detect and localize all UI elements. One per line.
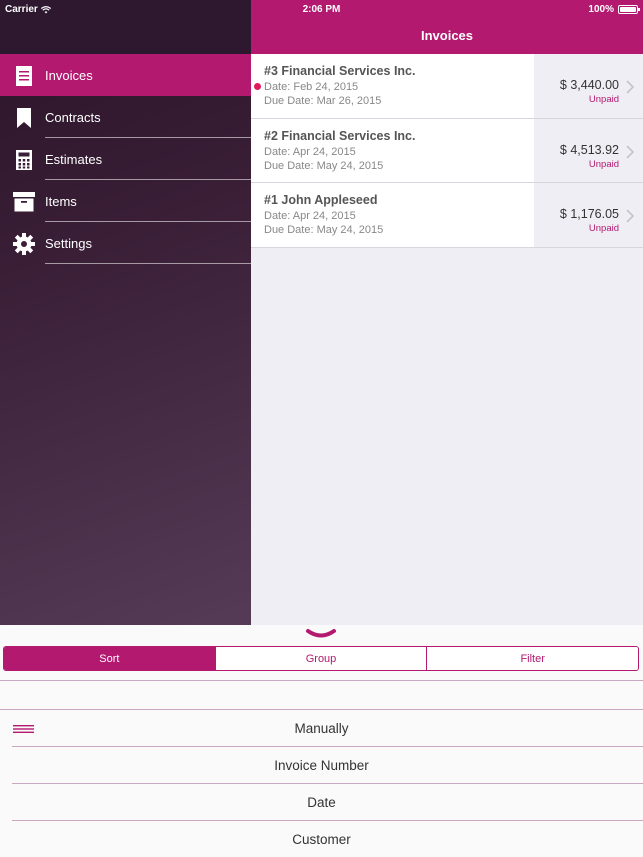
sort-group-filter-control: Sort Group Filter [3,646,639,671]
sidebar-item-label: Invoices [45,67,93,83]
sidebar-item-estimates[interactable]: Estimates [0,138,251,180]
sidebar-item-contracts[interactable]: Contracts [0,96,251,138]
reorder-icon [13,725,34,733]
invoice-title: #3 Financial Services Inc. [264,64,416,78]
sort-option-manually[interactable]: Manually [0,710,643,747]
invoice-date: Date: Feb 24, 2015 [264,81,359,93]
sidebar: Invoices Contracts Estimates Items Setti… [0,0,251,625]
invoice-status: Unpaid [588,94,619,105]
invoice-amount: $ 3,440.00 [559,78,619,92]
segment-group[interactable]: Group [215,647,428,670]
chevron-right-icon [626,80,635,94]
calculator-icon [12,148,36,172]
invoice-row[interactable]: #3 Financial Services Inc. Date: Feb 24,… [251,54,643,119]
sort-option-invoice-number[interactable]: Invoice Number [0,747,643,784]
invoice-list: #3 Financial Services Inc. Date: Feb 24,… [251,54,643,248]
sort-option-date[interactable]: Date [0,784,643,821]
chevron-right-icon [626,209,635,223]
gear-icon [12,232,36,256]
status-bar: Carrier 2:06 PM 100% [0,0,643,20]
sidebar-divider [45,263,251,264]
sidebar-item-label: Estimates [45,151,103,167]
sidebar-item-label: Items [45,193,77,209]
sidebar-item-items[interactable]: Items [0,180,251,222]
invoice-due-date: Due Date: Mar 26, 2015 [264,95,382,107]
invoice-date: Date: Apr 24, 2015 [264,210,356,222]
segment-filter[interactable]: Filter [427,647,638,670]
sidebar-item-label: Settings [45,235,92,251]
sort-panel: Sort Group Filter Manually Invoice Numbe… [0,625,643,857]
sort-option-label: Customer [292,832,351,847]
sort-option-label: Date [307,795,336,810]
sort-option-label: Manually [294,721,349,736]
sidebar-item-label: Contracts [45,109,101,125]
invoice-status: Unpaid [588,158,619,170]
invoice-amount: $ 4,513.92 [559,142,619,157]
invoice-due-date: Due Date: May 24, 2015 [264,159,384,172]
archive-box-icon [12,190,36,214]
invoice-date: Date: Apr 24, 2015 [264,145,356,158]
invoice-row[interactable]: #1 John Appleseed Date: Apr 24, 2015 Due… [251,183,643,248]
invoice-status: Unpaid [588,223,619,234]
bookmark-icon [12,106,36,130]
invoice-title: #1 John Appleseed [264,193,378,207]
chevron-right-icon [626,144,635,159]
invoice-icon [12,64,36,88]
page-title: Invoices [420,28,474,43]
invoice-due-date: Due Date: May 24, 2015 [264,224,384,236]
battery-percent: 100% [588,4,614,15]
battery-icon [618,5,640,14]
segment-sort[interactable]: Sort [4,647,216,670]
unread-dot-icon [254,83,261,90]
sidebar-item-settings[interactable]: Settings [0,222,251,264]
panel-divider [0,680,643,681]
sort-option-label: Invoice Number [274,758,369,773]
invoice-title: #2 Financial Services Inc. [264,128,416,143]
sort-option-customer[interactable]: Customer [0,821,643,857]
clock: 2:06 PM [302,4,341,15]
chevron-down-icon[interactable] [306,628,336,640]
sidebar-item-invoices[interactable]: Invoices [0,54,251,96]
battery-indicator: 100% [588,4,640,15]
invoice-row[interactable]: #2 Financial Services Inc. Date: Apr 24,… [251,118,643,183]
invoice-amount: $ 1,176.05 [559,207,619,221]
